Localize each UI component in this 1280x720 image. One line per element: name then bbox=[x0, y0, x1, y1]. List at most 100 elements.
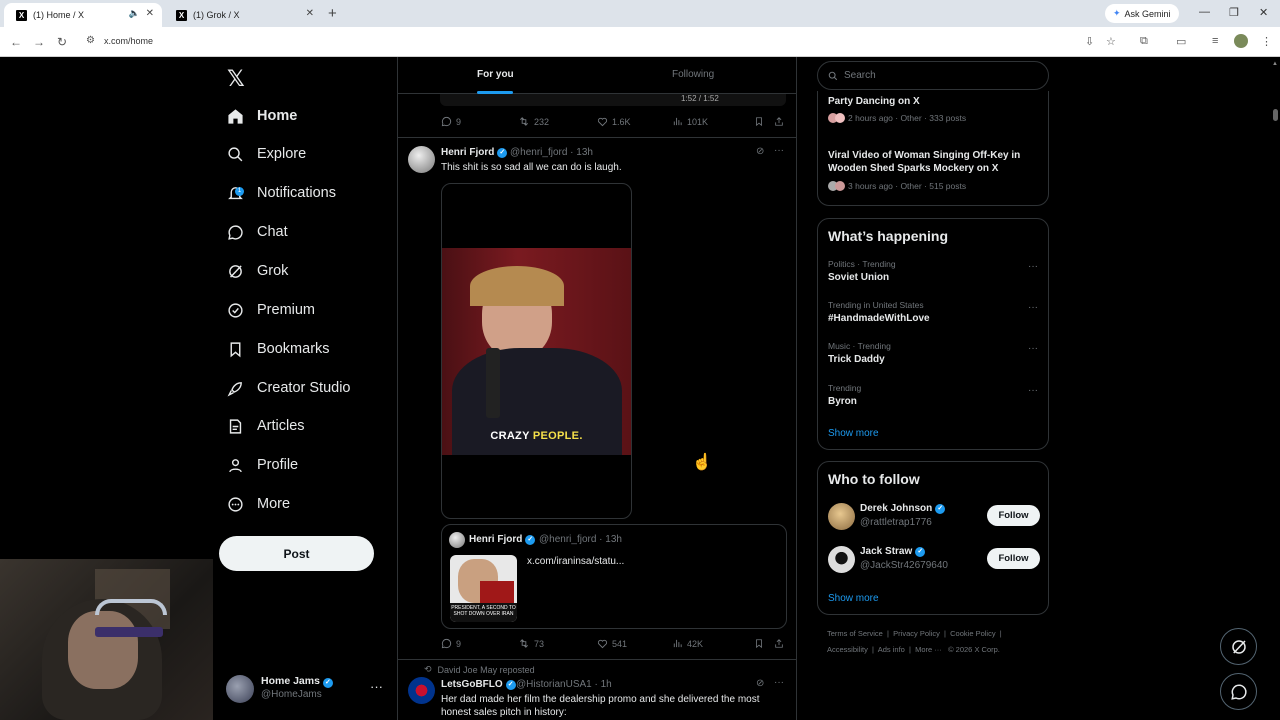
like-button[interactable]: 541 bbox=[597, 638, 627, 649]
show-more-link[interactable]: Show more bbox=[828, 428, 879, 439]
tweet-author-name[interactable]: LetsGoBFLO ✓ bbox=[441, 679, 516, 690]
suggested-account-name[interactable]: Derek Johnson ✓ bbox=[860, 503, 946, 514]
new-tab-button[interactable]: + bbox=[328, 5, 337, 22]
scrollbar-thumb[interactable] bbox=[1273, 109, 1278, 121]
reply-button[interactable]: 9 bbox=[441, 116, 461, 127]
close-tab-icon[interactable]: ✕ bbox=[306, 8, 314, 19]
footer-link[interactable]: Cookie Policy bbox=[950, 629, 995, 638]
bookmark-icon[interactable] bbox=[754, 116, 764, 127]
bookmark-star-icon[interactable]: ☆ bbox=[1106, 35, 1116, 48]
reply-button[interactable]: 9 bbox=[441, 638, 461, 649]
whats-happening-box: What’s happening Politics · Trending Sov… bbox=[817, 218, 1049, 450]
bookmark-icon[interactable] bbox=[754, 638, 764, 649]
x-favicon-icon: X bbox=[16, 9, 27, 21]
more-dots-icon[interactable]: ··· bbox=[370, 679, 383, 694]
sidebar-item-creator-studio[interactable]: Creator Studio bbox=[226, 373, 351, 403]
sidebar-item-profile[interactable]: Profile bbox=[226, 450, 298, 480]
more-dots-icon[interactable]: ··· bbox=[1028, 343, 1038, 354]
tweet-handle[interactable]: @henri_fjord bbox=[510, 147, 567, 158]
messages-fab-button[interactable] bbox=[1220, 673, 1257, 710]
sidebar-item-label: Grok bbox=[257, 263, 289, 279]
media-controls-icon[interactable]: ≡ bbox=[1212, 35, 1218, 47]
tweet-video[interactable]: CRAZY PEOPLE. bbox=[441, 183, 632, 519]
site-info-icon[interactable]: ⚙ bbox=[86, 35, 95, 46]
tweet-time[interactable]: 13h bbox=[576, 147, 593, 158]
address-bar[interactable]: x.com/home bbox=[104, 36, 153, 46]
back-icon[interactable]: ← bbox=[10, 35, 22, 49]
sidebar-item-explore[interactable]: Explore bbox=[226, 139, 306, 169]
grok-fab-button[interactable] bbox=[1220, 628, 1257, 665]
page-scrollbar[interactable]: ▲ bbox=[1270, 57, 1280, 720]
footer-link[interactable]: Privacy Policy bbox=[893, 629, 940, 638]
news-item-title[interactable]: Viral Video of Woman Singing Off-Key in … bbox=[828, 149, 1040, 175]
browser-tab-home[interactable]: X (1) Home / X 🔈 ✕ bbox=[4, 3, 162, 27]
ask-gemini-button[interactable]: ✦ Ask Gemini bbox=[1105, 4, 1179, 23]
maximize-icon[interactable]: ❐ bbox=[1229, 6, 1239, 19]
more-dots-icon[interactable]: ··· bbox=[1028, 302, 1038, 313]
footer-link[interactable]: Terms of Service bbox=[827, 629, 883, 638]
tab-for-you[interactable]: For you bbox=[477, 69, 514, 80]
sidebar-item-grok[interactable]: Grok bbox=[226, 256, 288, 286]
sidebar-item-more[interactable]: More bbox=[226, 489, 290, 519]
sidebar-item-label: Home bbox=[257, 108, 298, 124]
footer-links: Terms of Service | Privacy Policy | Cook… bbox=[827, 629, 1002, 638]
sidebar-item-articles[interactable]: Articles bbox=[226, 411, 305, 441]
follow-button[interactable]: Follow bbox=[987, 548, 1040, 569]
minimize-icon[interactable]: — bbox=[1199, 6, 1210, 18]
grok-icon[interactable]: ⊘ bbox=[756, 678, 764, 689]
quoted-tweet[interactable]: Henri Fjord ✓ @henri_fjord · 13h PRESIDEN… bbox=[441, 524, 787, 629]
reload-icon[interactable]: ↻ bbox=[57, 35, 67, 49]
show-more-link[interactable]: Show more bbox=[828, 593, 879, 604]
x-logo[interactable]: 𝕏 bbox=[227, 67, 245, 92]
more-dots-icon[interactable]: ··· bbox=[774, 677, 784, 688]
views-button[interactable]: 42K bbox=[672, 638, 703, 649]
speaker-icon[interactable]: 🔈 bbox=[129, 8, 140, 19]
sidebar-item-premium[interactable]: Premium bbox=[226, 295, 315, 325]
window-close-icon[interactable]: ✕ bbox=[1259, 6, 1268, 19]
share-icon[interactable] bbox=[774, 638, 784, 649]
sidebar-item-bookmarks[interactable]: Bookmarks bbox=[226, 334, 330, 364]
more-dots-icon[interactable]: ··· bbox=[1028, 385, 1038, 396]
tweet-author-avatar[interactable] bbox=[408, 146, 435, 173]
repost-button[interactable]: 232 bbox=[518, 116, 549, 127]
tab-following[interactable]: Following bbox=[672, 69, 714, 80]
footer-link[interactable]: More ··· bbox=[915, 645, 942, 654]
install-app-icon[interactable]: ⇩ bbox=[1085, 35, 1094, 48]
browser-menu-icon[interactable]: ⋮ bbox=[1261, 35, 1272, 48]
scroll-up-icon[interactable]: ▲ bbox=[1272, 61, 1278, 67]
repost-button[interactable]: 73 bbox=[518, 638, 544, 649]
tweet-author-name[interactable]: Henri Fjord ✓ bbox=[441, 147, 508, 158]
avatar[interactable] bbox=[828, 546, 855, 573]
browser-profile-avatar[interactable] bbox=[1234, 34, 1248, 48]
repost-context: ⟲ David Joe May reposted bbox=[424, 664, 535, 675]
news-item-title[interactable]: Party Dancing on X bbox=[828, 95, 1040, 108]
sidebar-item-home[interactable]: Home bbox=[226, 101, 297, 131]
split-view-icon[interactable]: ▭ bbox=[1176, 35, 1186, 48]
views-button[interactable]: 101K bbox=[672, 116, 708, 127]
repost-icon: ⟲ bbox=[424, 664, 432, 674]
close-tab-icon[interactable]: ✕ bbox=[146, 8, 154, 19]
browser-tab-grok[interactable]: X (1) Grok / X ✕ bbox=[164, 3, 322, 27]
post-button[interactable]: Post bbox=[219, 536, 374, 571]
sidebar-item-notifications[interactable]: 1 Notifications bbox=[226, 178, 336, 208]
account-switcher[interactable]: Home Jams ✓ @HomeJams ··· bbox=[226, 673, 386, 707]
share-icon[interactable] bbox=[774, 116, 784, 127]
tweet-author-avatar[interactable] bbox=[408, 677, 435, 704]
previous-video-controls[interactable]: 1:52 / 1:52 bbox=[440, 94, 786, 106]
forward-icon[interactable]: → bbox=[33, 35, 45, 49]
suggested-account-name[interactable]: Jack Straw ✓ bbox=[860, 546, 926, 557]
follow-button[interactable]: Follow bbox=[987, 505, 1040, 526]
extensions-icon[interactable]: ⧉ bbox=[1140, 35, 1148, 48]
chat-icon bbox=[226, 224, 245, 241]
avatar[interactable] bbox=[828, 503, 855, 530]
like-button[interactable]: 1.6K bbox=[597, 116, 631, 127]
footer-link[interactable]: Ads info bbox=[878, 645, 905, 654]
sidebar-item-chat[interactable]: Chat bbox=[226, 217, 288, 247]
search-input[interactable]: Search bbox=[817, 61, 1049, 90]
grok-icon[interactable]: ⊘ bbox=[756, 146, 764, 157]
tweet-text: This shit is so sad all we can do is lau… bbox=[441, 162, 622, 173]
quote-link[interactable]: x.com/iraninsa/statu... bbox=[527, 555, 624, 568]
more-dots-icon[interactable]: ··· bbox=[774, 145, 784, 156]
footer-link[interactable]: Accessibility bbox=[827, 645, 868, 654]
more-dots-icon[interactable]: ··· bbox=[1028, 261, 1038, 272]
